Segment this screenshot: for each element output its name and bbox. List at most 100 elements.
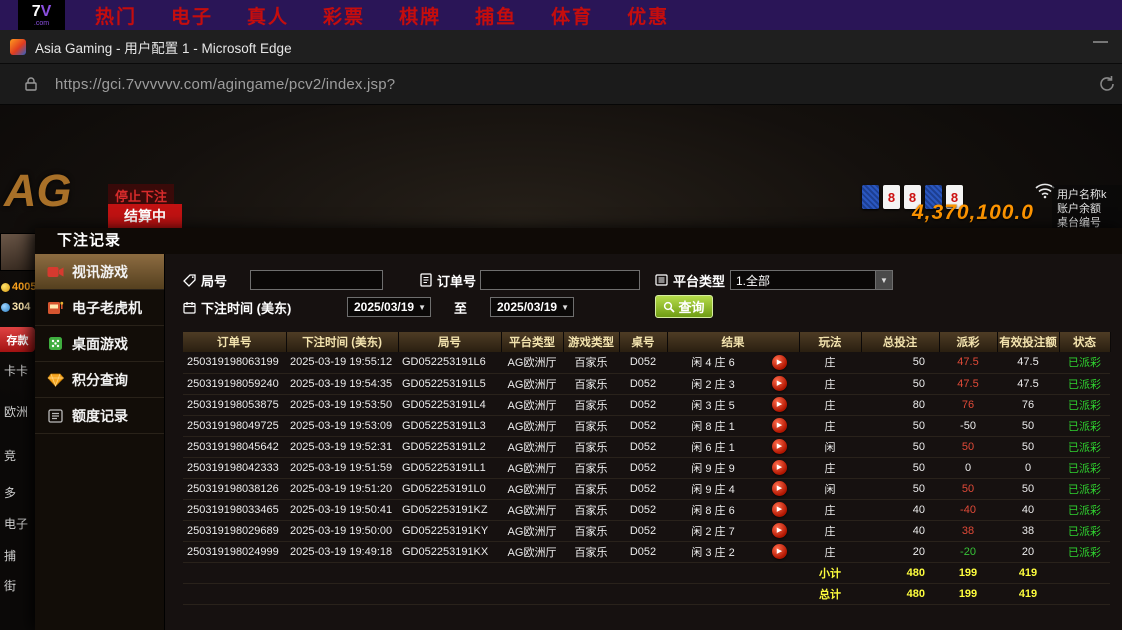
nav-item-sports[interactable]: 体育	[551, 2, 593, 29]
tag-icon	[183, 274, 196, 287]
cell-result: 闲 8 庄 1	[667, 415, 759, 436]
cell-game-type: 百家乐	[563, 373, 619, 394]
card-back	[862, 185, 879, 209]
sidebar-item-slot-machines[interactable]: 电子老虎机	[35, 290, 164, 326]
site-logo[interactable]: 7V .com	[18, 0, 65, 30]
table-info-panel: 用户名称k 账户余额 桌台编号	[1052, 185, 1122, 233]
lobby-menu-fragment[interactable]: 卡卡	[4, 362, 28, 379]
site-top-nav: 7V .com 热门 电子 真人 彩票 棋牌 捕鱼 体育 优惠	[0, 0, 1122, 30]
cell-status: 已派彩	[1059, 541, 1110, 562]
record-icon	[46, 409, 64, 423]
play-video-icon[interactable]: ▶	[772, 481, 787, 496]
total-status-spacer	[1059, 583, 1110, 604]
table-row: 250319198049725 2025-03-19 19:53:09 GD05…	[183, 415, 1110, 436]
play-video-icon[interactable]: ▶	[772, 355, 787, 370]
nav-item-lottery[interactable]: 彩票	[323, 2, 365, 29]
ag-watermark: AG	[4, 165, 72, 217]
search-button[interactable]: 查询	[655, 295, 713, 318]
lobby-menu-fragment[interactable]: 街	[4, 577, 16, 594]
table-header-row: 订单号 下注时间 (美东) 局号 平台类型 游戏类型 桌号 结果 玩法 总投注 …	[183, 332, 1110, 352]
cell-bet-time: 2025-03-19 19:50:41	[286, 499, 398, 520]
nav-item-chess[interactable]: 棋牌	[399, 2, 441, 29]
bet-records-modal: 下注记录 视讯游戏 电子老虎机	[35, 228, 1122, 630]
date-to-select[interactable]: 2025/03/19 ▼	[490, 297, 574, 317]
round-no-label-group: 局号	[183, 270, 227, 290]
lobby-menu-fragment[interactable]: 电子	[4, 515, 28, 532]
play-video-icon[interactable]: ▶	[772, 460, 787, 475]
settling-badge: 结算中	[108, 204, 182, 228]
cell-play-type: 庄	[799, 457, 861, 478]
nav-item-promos[interactable]: 优惠	[627, 2, 669, 29]
date-from-select[interactable]: 2025/03/19 ▼	[347, 297, 431, 317]
sidebar-item-points-query[interactable]: 积分查询	[35, 362, 164, 398]
cell-table-no: D052	[619, 394, 667, 415]
platform-type-value: 1.全部	[731, 272, 875, 289]
subtotal-spacer	[183, 562, 799, 583]
col-header-order: 订单号	[183, 332, 286, 352]
lobby-menu-fragment[interactable]: 捕	[4, 547, 16, 564]
table-row: 250319198059240 2025-03-19 19:54:35 GD05…	[183, 373, 1110, 394]
refresh-icon[interactable]	[1098, 75, 1116, 93]
subtotal-status-spacer	[1059, 562, 1110, 583]
cell-round-no: GD052253191L3	[398, 415, 501, 436]
cell-status: 已派彩	[1059, 373, 1110, 394]
play-video-icon[interactable]: ▶	[772, 376, 787, 391]
points-balance-value: 304	[12, 301, 30, 313]
cell-play: ▶	[759, 499, 799, 520]
cell-result: 闲 9 庄 9	[667, 457, 759, 478]
play-video-icon[interactable]: ▶	[772, 418, 787, 433]
cell-table-no: D052	[619, 352, 667, 373]
cell-order-no: 250319198049725	[183, 415, 286, 436]
play-video-icon[interactable]: ▶	[772, 397, 787, 412]
nav-item-hot[interactable]: 热门	[95, 2, 137, 29]
bet-records-table: 订单号 下注时间 (美东) 局号 平台类型 游戏类型 桌号 结果 玩法 总投注 …	[183, 332, 1111, 605]
platform-type-select[interactable]: 1.全部 ▼	[730, 270, 893, 290]
sidebar-item-label: 视讯游戏	[72, 262, 128, 282]
cell-round-no: GD052253191KZ	[398, 499, 501, 520]
cell-bet-time: 2025-03-19 19:51:20	[286, 478, 398, 499]
total-payout: 199	[939, 583, 997, 604]
cell-valid-bet: 50	[997, 415, 1059, 436]
lobby-menu-fragment[interactable]: 欧洲	[4, 403, 28, 420]
points-icon	[1, 303, 10, 312]
search-button-label: 查询	[678, 297, 704, 316]
cell-bet-time: 2025-03-19 19:49:18	[286, 541, 398, 562]
cell-order-no: 250319198038126	[183, 478, 286, 499]
list-icon	[655, 274, 668, 286]
minimize-button[interactable]: —	[1093, 33, 1108, 50]
deposit-button[interactable]: 存款	[0, 327, 35, 352]
sidebar-item-table-games[interactable]: 桌面游戏	[35, 326, 164, 362]
lobby-menu-fragment[interactable]: 竞	[4, 447, 16, 464]
col-header-result: 结果	[667, 332, 799, 352]
nav-item-live[interactable]: 真人	[247, 2, 289, 29]
order-no-input[interactable]	[480, 270, 640, 290]
play-video-icon[interactable]: ▶	[772, 544, 787, 559]
col-header-table: 桌号	[619, 332, 667, 352]
play-video-icon[interactable]: ▶	[772, 502, 787, 517]
cell-platform: AG欧洲厅	[501, 457, 563, 478]
filter-label-text: 局号	[201, 271, 227, 290]
browser-title-bar: Asia Gaming - 用户配置 1 - Microsoft Edge —	[0, 30, 1122, 64]
sidebar-item-live-games[interactable]: 视讯游戏	[35, 254, 164, 290]
coin-icon	[1, 283, 10, 292]
lobby-menu-fragment[interactable]: 多	[4, 484, 16, 501]
nav-item-fishing[interactable]: 捕鱼	[475, 2, 517, 29]
sidebar-item-credit-records[interactable]: 额度记录	[35, 398, 164, 434]
cell-payout: 47.5	[939, 373, 997, 394]
cell-table-no: D052	[619, 436, 667, 457]
total-row: 总计 480 199 419	[183, 583, 1110, 604]
cell-play: ▶	[759, 457, 799, 478]
url-text[interactable]: https://gci.7vvvvvv.com/agingame/pcv2/in…	[55, 76, 395, 93]
play-video-icon[interactable]: ▶	[772, 439, 787, 454]
round-no-input[interactable]	[250, 270, 383, 290]
cell-play-type: 闲	[799, 478, 861, 499]
play-video-icon[interactable]: ▶	[772, 523, 787, 538]
cell-table-no: D052	[619, 373, 667, 394]
nav-item-slots[interactable]: 电子	[171, 2, 213, 29]
cell-status: 已派彩	[1059, 478, 1110, 499]
site-favicon-icon	[10, 39, 26, 55]
total-bet: 480	[861, 583, 939, 604]
subtotal-payout: 199	[939, 562, 997, 583]
cell-round-no: GD052253191L4	[398, 394, 501, 415]
total-spacer	[183, 583, 799, 604]
